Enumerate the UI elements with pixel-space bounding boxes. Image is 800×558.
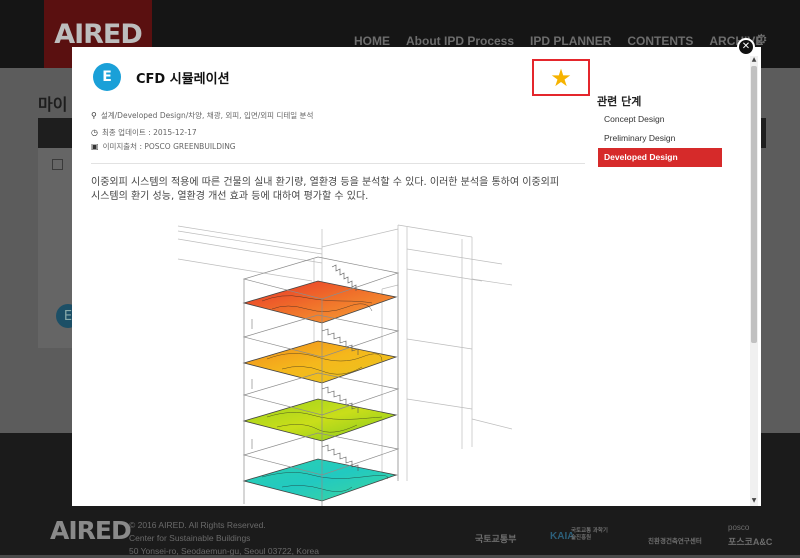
meta-divider: [91, 163, 585, 164]
main-nav: HOME About IPD Process IPD PLANNER CONTE…: [354, 34, 779, 48]
org-name: Center for Sustainable Buildings: [129, 533, 251, 543]
partner-molit: 국토교통부: [475, 534, 517, 544]
meta-updated: ◷ 최종 업데이트 : 2015-12-17: [91, 127, 197, 138]
scroll-thumb[interactable]: [751, 66, 757, 343]
stage-preliminary-design[interactable]: Preliminary Design: [598, 129, 722, 148]
meta-category: ⚲ 설계/Developed Design/차양, 채광, 외피, 입면/외피 …: [91, 110, 313, 121]
star-icon: ★: [550, 63, 572, 92]
close-icon: ✕: [741, 41, 751, 52]
modal-scrollbar[interactable]: ▲ ▼: [750, 56, 758, 506]
clock-icon: ◷: [91, 128, 98, 137]
nav-home[interactable]: HOME: [354, 34, 390, 48]
category-path: 설계/Developed Design/차양, 채광, 외피, 입면/외피 디테…: [100, 111, 314, 120]
gear-icon[interactable]: ⚙: [755, 32, 768, 48]
cfd-simulation-image: [177, 224, 512, 506]
favorite-button[interactable]: ★: [532, 59, 590, 96]
modal-title: CFD 시뮬레이션: [136, 72, 230, 87]
image-source: 이미지출처 : POSCO GREENBUILDING: [102, 142, 236, 151]
partner-logos: 국토교통부 KAIA 국토교통 과학기술진흥원 친환경건축연구센터 posco …: [448, 523, 800, 555]
updated-date: 최종 업데이트 : 2015-12-17: [101, 128, 197, 137]
location-pin-icon: ⚲: [91, 111, 97, 120]
nav-about-ipd-process[interactable]: About IPD Process: [406, 34, 514, 48]
scroll-up-arrow-icon[interactable]: ▲: [750, 56, 758, 64]
partner-kaia-desc: 국토교통 과학기술진흥원: [571, 528, 608, 541]
footer-logo: AIRED: [50, 516, 132, 545]
address: 50 Yonsei-ro, Seodaemun-gu, Seoul 03722,…: [129, 546, 319, 556]
meta-image-source: ▣ 이미지출처 : POSCO GREENBUILDING: [91, 141, 236, 152]
page-title: 마이: [38, 95, 68, 114]
description-text: 이중외피 시스템의 적용에 따른 건물의 실내 환기량, 열환경 등을 분석할 …: [91, 177, 560, 202]
scroll-down-arrow-icon[interactable]: ▼: [750, 497, 758, 505]
nav-contents[interactable]: CONTENTS: [627, 34, 693, 48]
copyright-text: © 2016 AIRED. All Rights Reserved.: [129, 520, 266, 530]
partner-posco-anc: 포스코A&C: [728, 537, 773, 547]
detail-modal: E CFD 시뮬레이션 ★ ⚲ 설계/Developed Design/차양, …: [72, 47, 761, 506]
close-modal-button[interactable]: ✕: [737, 38, 755, 56]
related-stages-list: Concept Design Preliminary Design Develo…: [598, 110, 722, 167]
partner-posco: posco: [728, 523, 750, 532]
select-all-checkbox[interactable]: [52, 159, 63, 170]
nav-ipd-planner[interactable]: IPD PLANNER: [530, 34, 611, 48]
footer-copyright: © 2016 AIRED. All Rights Reserved. Cente…: [129, 519, 319, 558]
stage-concept-design[interactable]: Concept Design: [598, 110, 722, 129]
related-stages-title: 관련 단계: [597, 95, 642, 108]
stage-developed-design[interactable]: Developed Design: [598, 148, 722, 167]
image-icon: ▣: [91, 142, 99, 151]
stage-badge: E: [93, 63, 121, 91]
partner-green-center: 친환경건축연구센터: [648, 538, 702, 545]
